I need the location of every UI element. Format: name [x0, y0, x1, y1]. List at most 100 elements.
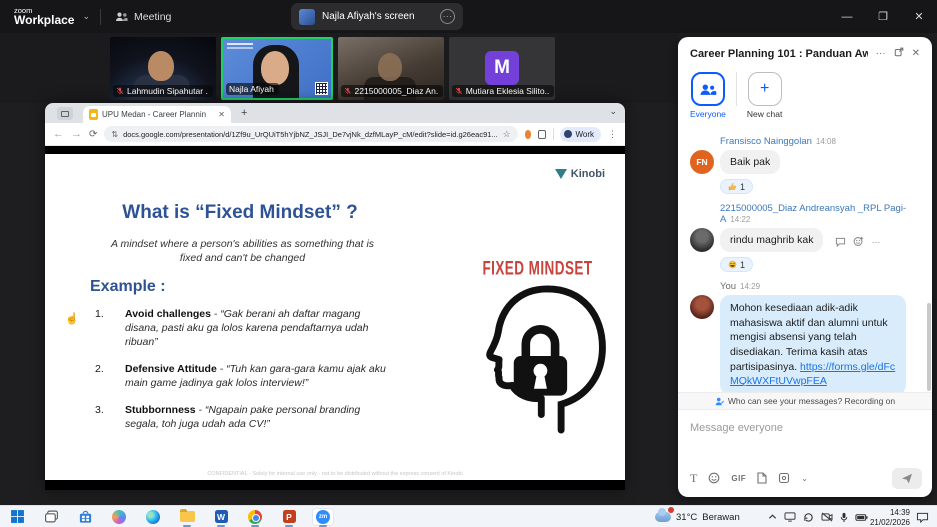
task-view-icon — [44, 509, 59, 524]
notification-center-button[interactable] — [916, 510, 929, 527]
maximize-button[interactable]: ❐ — [865, 0, 901, 33]
close-button[interactable]: ✕ — [901, 0, 937, 33]
send-button[interactable] — [892, 468, 922, 489]
zoom-workplace-logo: zoom Workplace — [14, 7, 74, 27]
thumbs-up-emoji — [728, 182, 737, 191]
more-actions-icon[interactable]: ··· — [871, 237, 880, 247]
shared-screen-browser: UPU Medan - Career Plannin ✕ + ⌄ ← → ⟳ ⇅… — [45, 103, 625, 490]
gif-icon[interactable]: GIF — [731, 474, 746, 483]
file-explorer-icon — [180, 511, 195, 522]
weather-cloud-icon — [655, 512, 671, 522]
screen-share-tab-label: Najla Afiyah's screen — [322, 11, 433, 22]
powerpoint-button[interactable]: P — [276, 506, 302, 527]
list-item: 2. Defensive Attitude - “Tuh kan gara-ga… — [95, 363, 405, 391]
toolbar-divider — [553, 128, 554, 140]
file-explorer-button[interactable] — [174, 506, 200, 527]
slide-example-heading: Example : — [90, 278, 166, 296]
video-tile-diaz[interactable]: 2215000005_Diaz An... — [338, 37, 444, 100]
tab-more-options-icon[interactable]: ··· — [440, 9, 455, 24]
kinobi-logo: Kinobi — [555, 168, 605, 180]
tray-chevron-up-icon[interactable] — [768, 513, 777, 521]
microphone-icon[interactable] — [840, 512, 848, 523]
participant-face — [261, 51, 289, 85]
slide-example-list: 1. Avoid challenges - “Gak berani ah daf… — [95, 308, 405, 445]
url-text: docs.google.com/presentation/d/1Zf9u_UrQ… — [123, 130, 498, 139]
format-text-icon[interactable]: T — [690, 471, 697, 486]
video-tile-najla-active-speaker[interactable]: Najla Afiyah — [221, 37, 333, 100]
copilot-button[interactable] — [106, 506, 132, 527]
tab-search-icon — [57, 107, 73, 120]
pop-out-icon[interactable] — [894, 47, 904, 60]
chevron-down-icon[interactable]: ⌄ — [801, 474, 808, 483]
add-reaction-icon[interactable] — [853, 236, 864, 247]
new-chat-button[interactable]: + — [748, 72, 782, 106]
back-icon: ← — [53, 128, 64, 140]
participant-nametag: Najla Afiyah — [226, 83, 279, 95]
bookmark-star-icon: ☆ — [503, 129, 511, 140]
chat-scrollbar[interactable] — [927, 303, 931, 391]
profile-avatar-icon — [564, 130, 572, 138]
privacy-person-icon — [715, 397, 724, 406]
list-item: 3. Stubbornness - “Ngapain pake personal… — [95, 404, 405, 432]
everyone-button[interactable] — [691, 72, 725, 106]
tab-screen-share[interactable]: Najla Afiyah's screen ··· — [291, 3, 463, 30]
browser-tab-strip: UPU Medan - Career Plannin ✕ + ⌄ — [45, 103, 625, 123]
avatar — [690, 228, 714, 252]
screenshot-icon[interactable] — [778, 472, 790, 484]
reply-icon[interactable] — [835, 237, 846, 247]
camera-off-icon[interactable] — [821, 512, 833, 522]
microsoft-store-button[interactable] — [72, 506, 98, 527]
taskbar-clock[interactable]: 14:39 21/02/2026 — [858, 508, 910, 527]
emoji-icon[interactable] — [708, 472, 720, 484]
word-button[interactable]: W — [208, 506, 234, 527]
reaction-count: 1 — [740, 182, 745, 192]
muted-mic-icon — [344, 87, 352, 95]
people-icon — [115, 12, 128, 22]
minimize-button[interactable]: — — [829, 0, 865, 33]
extension-icon — [525, 130, 532, 139]
video-thumbnail-strip: Lahmudin Sipahutar . Najla Afiyah 221500… — [0, 33, 677, 103]
message-sender: You14:29 — [720, 281, 922, 292]
avatar — [690, 295, 714, 319]
taskbar-weather[interactable]: 31°C Berawan — [655, 506, 740, 527]
message-compose-area — [678, 410, 932, 465]
chat-message: Mohon kesediaan adik-adik mahasiswa akti… — [690, 295, 922, 392]
compose-toolbar: T GIF ⌄ — [678, 465, 932, 497]
list-term: Defensive Attitude — [125, 363, 217, 375]
new-chat[interactable]: + New chat — [747, 72, 782, 119]
channel-divider — [736, 72, 737, 106]
list-number: 2. — [95, 363, 125, 391]
participant-name: Mutiara Eklesia Silito... — [466, 86, 549, 96]
muted-mic-icon — [455, 87, 463, 95]
chat-close-icon[interactable]: ✕ — [912, 48, 920, 59]
display-icon[interactable] — [784, 512, 796, 522]
task-view-button[interactable] — [38, 506, 64, 527]
head-with-padlock-illustration — [457, 282, 617, 437]
update-icon[interactable] — [803, 512, 814, 523]
chrome-icon — [248, 510, 262, 524]
everyone-channel[interactable]: Everyone — [690, 72, 726, 119]
video-tile-lahmudin[interactable]: Lahmudin Sipahutar . — [110, 37, 216, 100]
window-controls: — ❐ ✕ — [829, 0, 937, 33]
edge-button[interactable] — [140, 506, 166, 527]
privacy-bar[interactable]: Who can see your messages? Recording on — [678, 392, 932, 410]
chat-more-icon[interactable]: ··· — [876, 48, 886, 59]
chevron-down-icon[interactable]: ⌄ — [82, 11, 90, 22]
start-button[interactable] — [4, 506, 30, 527]
file-icon[interactable] — [757, 472, 767, 484]
tab-meeting[interactable]: Meeting — [115, 11, 171, 23]
reaction-chip[interactable]: 1 — [720, 257, 753, 272]
chrome-button[interactable] — [242, 506, 268, 527]
meeting-tab-label: Meeting — [134, 11, 171, 23]
reaction-chip[interactable]: 1 — [720, 179, 753, 194]
video-tile-mutiara[interactable]: M Mutiara Eklesia Silito... — [449, 37, 555, 100]
participant-face — [378, 53, 402, 81]
zoom-app-button[interactable]: zm — [310, 506, 336, 527]
browser-profile-chip: Work — [560, 127, 601, 142]
clock-date: 21/02/2026 — [858, 518, 910, 527]
message-time: 14:29 — [740, 282, 760, 291]
address-bar: ⇅ docs.google.com/presentation/d/1Zf9u_U… — [104, 126, 517, 142]
list-term: Avoid challenges — [125, 308, 211, 320]
powerpoint-icon: P — [283, 510, 296, 523]
message-input[interactable] — [690, 422, 920, 434]
